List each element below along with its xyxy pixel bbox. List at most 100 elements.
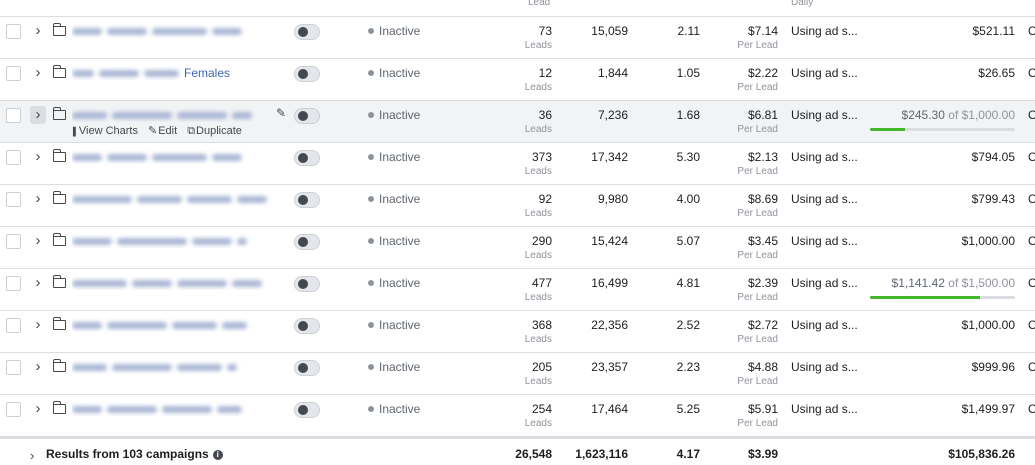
table-row[interactable]: › Inactive 368 Leads 22,356 2.52 $2.72 Per Lead… bbox=[0, 311, 1035, 353]
row-checkbox[interactable] bbox=[6, 108, 21, 123]
status-toggle[interactable] bbox=[294, 192, 320, 208]
campaign-name-link[interactable] bbox=[72, 402, 277, 416]
frequency-value: 5.07 bbox=[676, 234, 700, 248]
campaign-name-link[interactable] bbox=[72, 234, 277, 248]
campaign-name-link[interactable] bbox=[72, 318, 277, 332]
campaign-name-link[interactable] bbox=[72, 24, 277, 38]
reach-value: 15,059 bbox=[591, 24, 628, 38]
budget-value: $245.30 of $1,000.00 bbox=[860, 108, 1015, 122]
budget-progress-fill bbox=[870, 296, 981, 299]
chevron-right-icon[interactable]: › bbox=[30, 106, 46, 124]
reach-value: 16,499 bbox=[591, 276, 628, 290]
status-toggle[interactable] bbox=[294, 150, 320, 166]
status-toggle[interactable] bbox=[294, 24, 320, 40]
folder-icon bbox=[52, 359, 66, 372]
frequency-value: 4.81 bbox=[676, 276, 700, 290]
info-icon[interactable]: i bbox=[212, 450, 223, 460]
redacted-name-segment bbox=[112, 364, 172, 372]
table-row[interactable]: › Inactive 254 Leads 17,464 5.25 $5.91 Per Lead… bbox=[0, 395, 1035, 437]
table-row[interactable]: › ✎ ▐ View Charts ✎Edit ⧉Duplicate Inactive 36… bbox=[0, 101, 1035, 143]
chevron-right-icon[interactable]: › bbox=[30, 22, 46, 40]
status-toggle[interactable] bbox=[294, 108, 320, 124]
chevron-right-icon[interactable]: › bbox=[30, 232, 46, 250]
campaign-name-suffix: Females bbox=[184, 66, 231, 80]
delivery-status: Inactive bbox=[368, 234, 420, 248]
row-checkbox[interactable] bbox=[6, 276, 21, 291]
table-row[interactable]: › Inactive 73 Leads 15,059 2.11 $7.14 Per Lead U… bbox=[0, 17, 1035, 59]
chevron-right-icon[interactable]: › bbox=[30, 64, 46, 82]
table-row[interactable]: › Inactive 477 Leads 16,499 4.81 $2.39 Per Lead… bbox=[0, 269, 1035, 311]
view-charts-link[interactable]: ▐ View Charts bbox=[70, 125, 143, 137]
frequency-value: 5.30 bbox=[676, 150, 700, 164]
row-checkbox[interactable] bbox=[6, 318, 21, 333]
status-toggle[interactable] bbox=[294, 360, 320, 376]
campaign-name-link[interactable]: Females bbox=[72, 66, 277, 80]
campaign-name-link[interactable] bbox=[72, 150, 277, 164]
redacted-name-segment bbox=[132, 280, 172, 288]
chevron-right-icon[interactable]: › bbox=[30, 316, 46, 334]
footer-reach: 1,623,116 bbox=[575, 447, 628, 461]
status-toggle[interactable] bbox=[294, 402, 320, 418]
row-checkbox[interactable] bbox=[6, 402, 21, 417]
reach-value: 9,980 bbox=[597, 192, 628, 206]
reach-value: 22,356 bbox=[591, 318, 628, 332]
budget-value: $1,141.42 of $1,500.00 bbox=[860, 276, 1015, 290]
results-unit: Leads bbox=[524, 166, 552, 177]
status-toggle[interactable] bbox=[294, 66, 320, 82]
redacted-name-segment bbox=[212, 154, 242, 162]
redacted-name-segment bbox=[72, 28, 102, 36]
folder-icon bbox=[52, 149, 66, 162]
row-checkbox[interactable] bbox=[6, 360, 21, 375]
table-row[interactable]: › Females Inactive 12 Leads 1,844 1.05 $2.22 Per… bbox=[0, 59, 1035, 101]
bid-strategy: Using ad s... bbox=[791, 276, 858, 290]
toggle-knob bbox=[298, 195, 308, 205]
status-toggle[interactable] bbox=[294, 318, 320, 334]
results-value: 205 bbox=[531, 360, 552, 374]
table-row[interactable]: › Inactive 373 Leads 17,342 5.30 $2.13 Per Lead… bbox=[0, 143, 1035, 185]
toggle-knob bbox=[298, 237, 308, 247]
campaign-table: › Inactive 73 Leads 15,059 2.11 $7.14 Per Lead U… bbox=[0, 17, 1035, 437]
table-row[interactable]: › Inactive 92 Leads 9,980 4.00 $8.69 Per Lead Us… bbox=[0, 185, 1035, 227]
bid-strategy: Using ad s... bbox=[791, 318, 858, 332]
folder-icon bbox=[52, 233, 66, 246]
truncated-column-value: O bbox=[1028, 24, 1035, 38]
truncated-column-value: O bbox=[1028, 192, 1035, 206]
campaign-name-link[interactable] bbox=[72, 108, 277, 122]
chevron-right-icon[interactable]: › bbox=[30, 400, 46, 418]
status-dot bbox=[368, 154, 374, 160]
status-toggle[interactable] bbox=[294, 276, 320, 292]
redacted-name-segment bbox=[152, 154, 207, 162]
redacted-name-segment bbox=[237, 238, 247, 246]
table-row[interactable]: › Inactive 205 Leads 23,357 2.23 $4.88 Per Lead… bbox=[0, 353, 1035, 395]
redacted-name-segment bbox=[72, 70, 94, 78]
truncated-column-value: O bbox=[1028, 66, 1035, 80]
campaign-name-link[interactable] bbox=[72, 192, 277, 206]
duplicate-label: Duplicate bbox=[196, 125, 242, 137]
edit-link[interactable]: ✎Edit bbox=[148, 125, 182, 137]
footer-budget: $105,836.26 bbox=[948, 447, 1015, 461]
status-dot bbox=[368, 238, 374, 244]
redacted-name-segment bbox=[222, 322, 247, 330]
campaign-name-link[interactable] bbox=[72, 276, 277, 290]
chevron-right-icon[interactable]: › bbox=[30, 148, 46, 166]
results-value: 73 bbox=[538, 24, 552, 38]
footer-frequency: 4.17 bbox=[676, 447, 700, 461]
pencil-icon[interactable]: ✎ bbox=[276, 106, 286, 120]
duplicate-link[interactable]: ⧉Duplicate bbox=[187, 125, 247, 137]
row-checkbox[interactable] bbox=[6, 192, 21, 207]
status-toggle[interactable] bbox=[294, 234, 320, 250]
campaign-name-link[interactable] bbox=[72, 360, 277, 374]
row-checkbox[interactable] bbox=[6, 150, 21, 165]
toggle-knob bbox=[298, 69, 308, 79]
chevron-right-icon[interactable]: › bbox=[30, 190, 46, 208]
row-checkbox[interactable] bbox=[6, 234, 21, 249]
budget-value: $794.05 bbox=[971, 150, 1015, 164]
row-checkbox[interactable] bbox=[6, 24, 21, 39]
table-row[interactable]: › Inactive 290 Leads 15,424 5.07 $3.45 Per Lead… bbox=[0, 227, 1035, 269]
row-checkbox[interactable] bbox=[6, 66, 21, 81]
status-label: Inactive bbox=[379, 192, 421, 206]
status-label: Inactive bbox=[379, 360, 421, 374]
chevron-right-icon[interactable]: › bbox=[30, 274, 46, 292]
chevron-right-icon[interactable]: › bbox=[30, 448, 34, 463]
chevron-right-icon[interactable]: › bbox=[30, 358, 46, 376]
